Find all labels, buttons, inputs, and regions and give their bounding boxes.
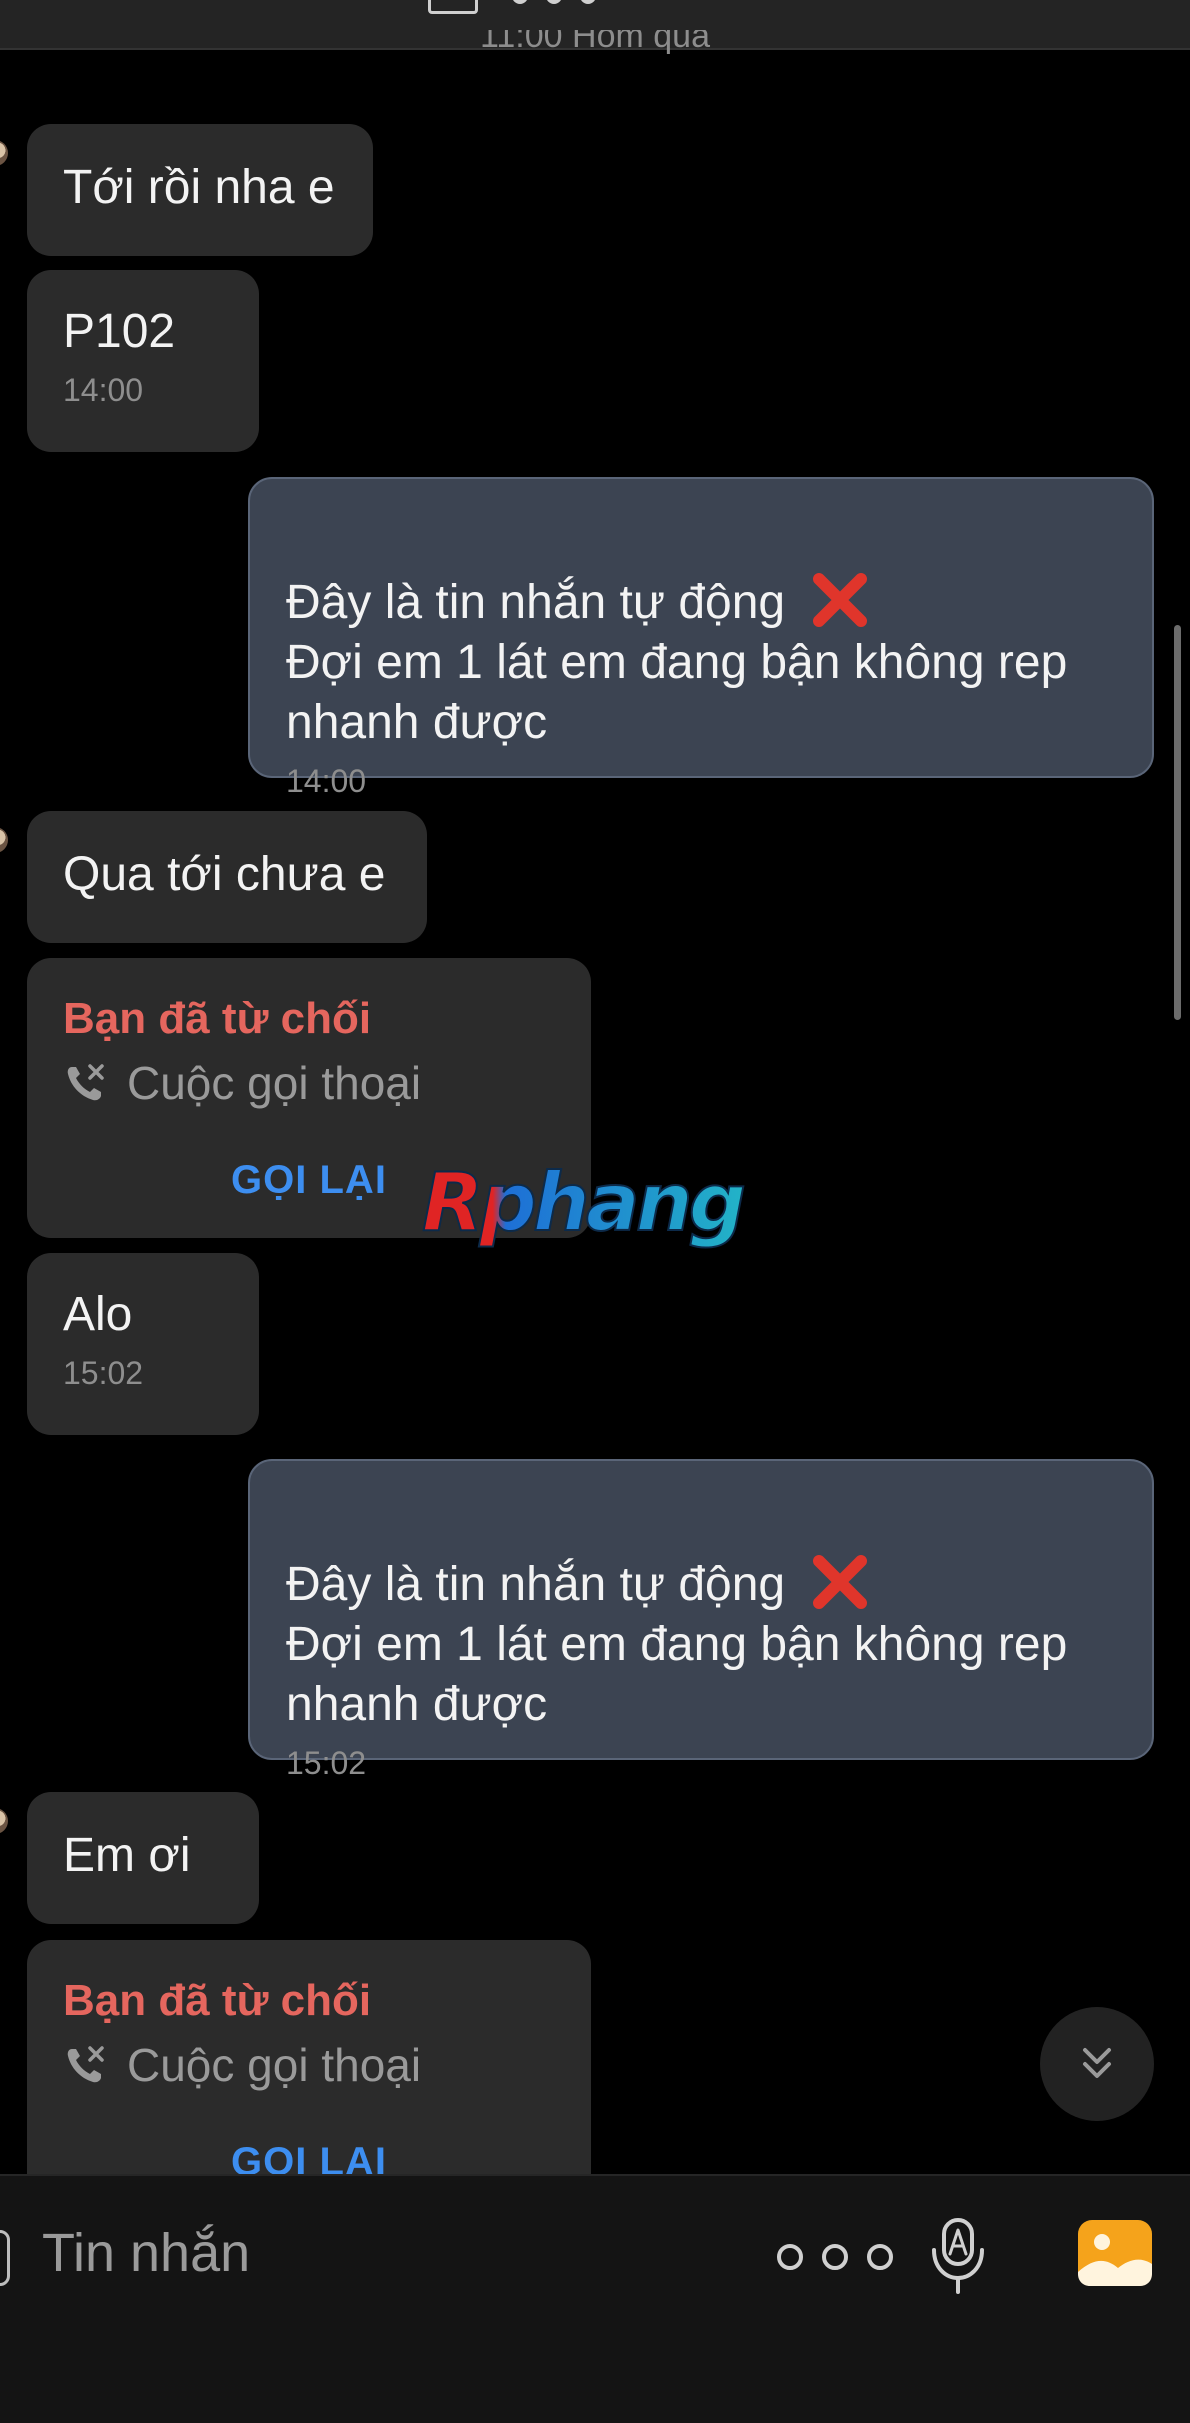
call-type: Cuộc gọi thoại [127, 1057, 422, 1109]
red-cross-icon [813, 573, 868, 628]
phone-declined-icon [67, 1064, 104, 1101]
message-composer: Tin nhắn [0, 2174, 1190, 2423]
auto-reply-line: Đây là tin nhắn tự động [286, 576, 786, 629]
call-status: Bạn đã từ chối [63, 994, 372, 1043]
sender-avatar[interactable] [0, 140, 8, 166]
message-input[interactable]: Tin nhắn [42, 2222, 250, 2284]
message-time: 14:00 [286, 763, 367, 799]
incoming-message[interactable]: Qua tới chưa e [27, 811, 427, 943]
svg-text:Rphang: Rphang [422, 1160, 744, 1249]
outgoing-message[interactable]: Đây là tin nhắn tự động Đợi em 1 lát em … [248, 1459, 1154, 1781]
call-type: Cuộc gọi thoại [127, 2039, 422, 2091]
incoming-message[interactable]: Alo 15:02 [27, 1253, 259, 1435]
message-text-body: Đợi em 1 lát em đang bận không rep nhanh… [286, 1618, 1068, 1731]
message-text-body: Đợi em 1 lát em đang bận không rep nhanh… [286, 636, 1068, 749]
message-text: P102 [63, 305, 176, 358]
message-text: Alo [63, 1288, 133, 1341]
sender-avatar[interactable] [0, 827, 8, 853]
message-text: Đây là tin nhắn tự động [286, 1495, 1116, 1615]
message-time: 14:00 [63, 372, 144, 408]
topbar-text-fragment [512, 0, 622, 6]
sender-avatar[interactable] [0, 1808, 8, 1834]
topbar-icon [428, 0, 478, 14]
phone-declined-icon [67, 2046, 104, 2083]
incoming-message[interactable]: P102 14:00 [27, 270, 259, 452]
scrollbar[interactable] [1174, 625, 1181, 1020]
date-divider: 11:00 Hôm qua [480, 30, 710, 55]
incoming-message[interactable]: Em ơi [27, 1792, 259, 1924]
double-chevron-down-icon [1083, 2048, 1111, 2078]
message-text: Em ơi [63, 1829, 191, 1882]
message-text: Đây là tin nhắn tự động [286, 513, 1116, 633]
auto-reply-line: Đây là tin nhắn tự động [286, 1558, 786, 1611]
red-cross-icon [813, 1555, 868, 1610]
image-icon[interactable] [1076, 2218, 1154, 2288]
call-back-button[interactable]: GỌI LẠI [231, 1158, 387, 1202]
message-text: Qua tới chưa e [63, 848, 386, 901]
scroll-to-bottom-button[interactable] [1040, 2007, 1154, 2121]
watermark-logo: Rphang [421, 1160, 749, 1250]
incoming-message[interactable]: Tới rồi nha e [27, 124, 373, 256]
outgoing-message[interactable]: Đây là tin nhắn tự động Đợi em 1 lát em … [248, 477, 1154, 799]
message-text: Tới rồi nha e [63, 161, 335, 214]
more-dots-icon[interactable] [770, 2232, 900, 2282]
sticker-icon[interactable] [0, 2230, 10, 2286]
call-status: Bạn đã từ chối [63, 1976, 372, 2025]
message-time: 15:02 [286, 1745, 367, 1781]
message-time: 15:02 [63, 1355, 144, 1391]
microphone-icon[interactable] [928, 2216, 990, 2296]
